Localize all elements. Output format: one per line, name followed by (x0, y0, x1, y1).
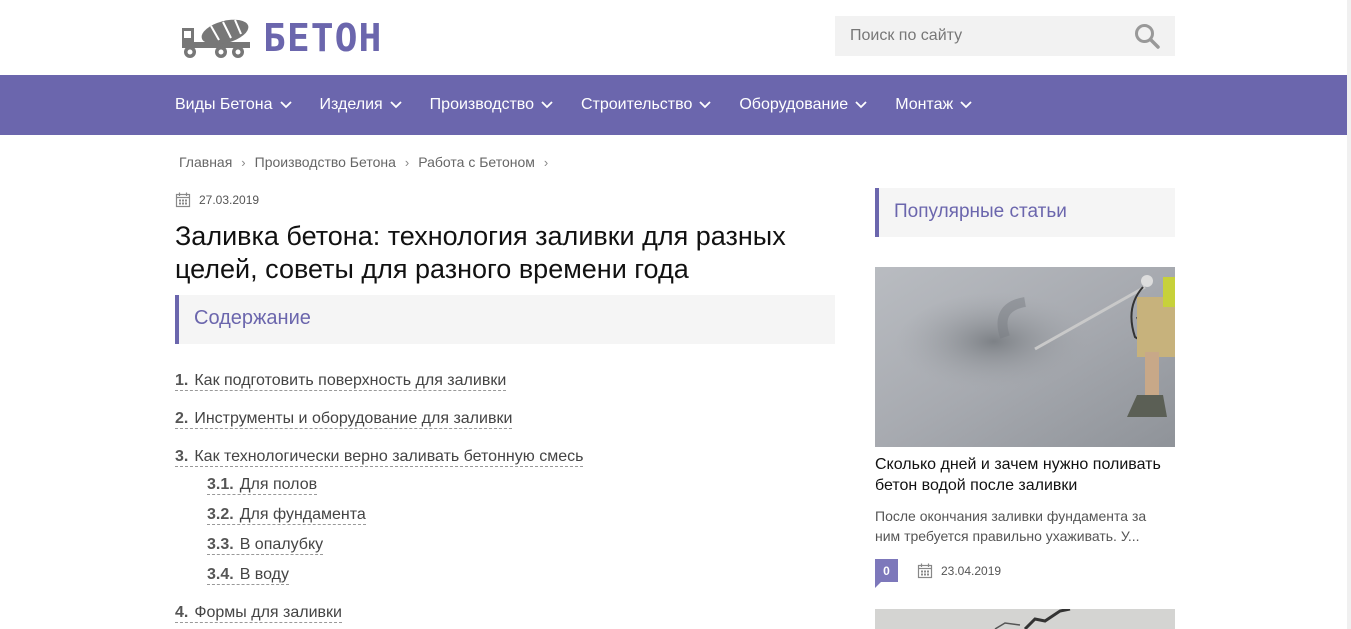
toc-item-number: 3.1. (207, 476, 234, 493)
toc-item-label: Как технологически верно заливать бетонн… (194, 448, 584, 465)
breadcrumb-link-home[interactable]: Главная (179, 154, 232, 170)
toc-item-label: Для фундамента (239, 506, 366, 523)
breadcrumb: Главная › Производство Бетона › Работа с… (179, 154, 557, 170)
nav-item-label: Оборудование (739, 96, 849, 113)
nav-item-vidy-betona[interactable]: Виды Бетона (175, 96, 292, 114)
toc-item-number: 3.4. (207, 566, 234, 583)
comment-count-badge[interactable]: 0 (875, 559, 898, 588)
toc-item-number: 2. (175, 410, 189, 427)
article-card-date-text: 23.04.2019 (941, 563, 1002, 578)
chevron-down-icon (390, 101, 402, 109)
toc-item-label: Для полов (239, 476, 318, 493)
breadcrumb-separator: › (404, 154, 410, 170)
calendar-icon (175, 192, 191, 208)
toc-item-label: Инструменты и оборудование для заливки (194, 410, 513, 427)
article-card-image[interactable] (875, 267, 1175, 447)
concrete-mixer-truck-icon (182, 19, 250, 58)
toc-subitem[interactable]: 3.1. Для полов (207, 476, 318, 495)
toc-item-label: Как подготовить поверхность для заливки (194, 372, 507, 389)
toc-subitem[interactable]: 3.2. Для фундамента (207, 506, 366, 525)
toc-item[interactable]: 3. Как технологически верно заливать бето… (175, 448, 584, 467)
search-box (835, 16, 1175, 56)
toc-item-number: 3.2. (207, 506, 234, 523)
toc-item[interactable]: 1. Как подготовить поверхность для заливк… (175, 372, 507, 391)
toc-header: Содержание (175, 295, 835, 344)
nav-item-oborudovanie[interactable]: Оборудование (739, 96, 867, 114)
toc-subitem[interactable]: 3.3. В опалубку (207, 536, 324, 555)
toc-subitem[interactable]: 3.4. В воду (207, 566, 290, 585)
chevron-down-icon (699, 101, 711, 109)
breadcrumb-separator: › (543, 154, 549, 170)
article-date-text: 27.03.2019 (199, 193, 260, 207)
article-card-image-2[interactable] (875, 609, 1175, 629)
breadcrumb-separator: › (241, 154, 246, 170)
nav-item-label: Монтаж (895, 96, 954, 113)
toc-item-number: 4. (175, 604, 189, 621)
chevron-down-icon (960, 101, 972, 109)
article-title: Заливка бетона: технология заливки для р… (175, 221, 786, 284)
chevron-down-icon (541, 101, 553, 109)
toc-item-number: 1. (175, 372, 189, 389)
chevron-down-icon (279, 101, 292, 109)
concrete-watering-photo (875, 267, 1175, 447)
nav-item-proizvodstvo[interactable]: Производство (430, 96, 553, 114)
nav-item-label: Строительство (581, 96, 693, 113)
toc-item[interactable]: 4. Формы для заливки (175, 604, 342, 623)
site-header: БЕТОН (0, 0, 1351, 75)
toc-item-label: В воду (239, 566, 290, 583)
search-input[interactable] (835, 16, 1125, 56)
logo-text: БЕТОН (263, 16, 383, 60)
article-card-excerpt: После окончания заливки фундамента за ни… (875, 508, 1147, 544)
sidebar-popular-header: Популярные статьи (875, 188, 1175, 237)
nav-item-montazh[interactable]: Монтаж (895, 96, 972, 114)
article-card-date: 23.04.2019 (917, 563, 1001, 579)
toc-item-label: Формы для заливки (194, 604, 342, 621)
page-scrollbar[interactable] (1347, 0, 1351, 629)
article-date: 27.03.2019 (175, 192, 259, 208)
search-button[interactable] (1125, 16, 1169, 56)
nav-item-label: Производство (429, 96, 534, 113)
breadcrumb-link-production[interactable]: Производство Бетона (255, 154, 396, 170)
chevron-down-icon (855, 101, 867, 109)
comment-count: 0 (883, 563, 890, 578)
article-card-title[interactable]: Сколько дней и зачем нужно поливать бето… (875, 454, 1175, 496)
search-icon (1135, 24, 1160, 49)
toc-item-number: 3. (175, 448, 189, 465)
toc-item-label: В опалубку (239, 536, 324, 553)
sidebar-title: Популярные статьи (894, 201, 1067, 222)
nav-item-stroitelstvo[interactable]: Строительство (581, 96, 711, 114)
toc-title: Содержание (194, 307, 311, 329)
nav-item-label: Изделия (319, 96, 383, 113)
toc-item-number: 3.3. (207, 536, 234, 553)
breadcrumb-link-work[interactable]: Работа с Бетоном (418, 154, 535, 170)
nav-item-label: Виды Бетона (175, 96, 273, 113)
main-nav: Виды Бетона Изделия Производство Строите… (0, 75, 1351, 135)
toc-item[interactable]: 2. Инструменты и оборудование для заливки (175, 410, 513, 429)
concrete-crack-photo (875, 609, 1175, 629)
calendar-icon (917, 563, 933, 578)
article-card-meta: 0 23.04.2019 (875, 559, 1001, 588)
nav-item-izdeliya[interactable]: Изделия (320, 96, 402, 114)
site-logo[interactable]: БЕТОН (181, 14, 391, 62)
